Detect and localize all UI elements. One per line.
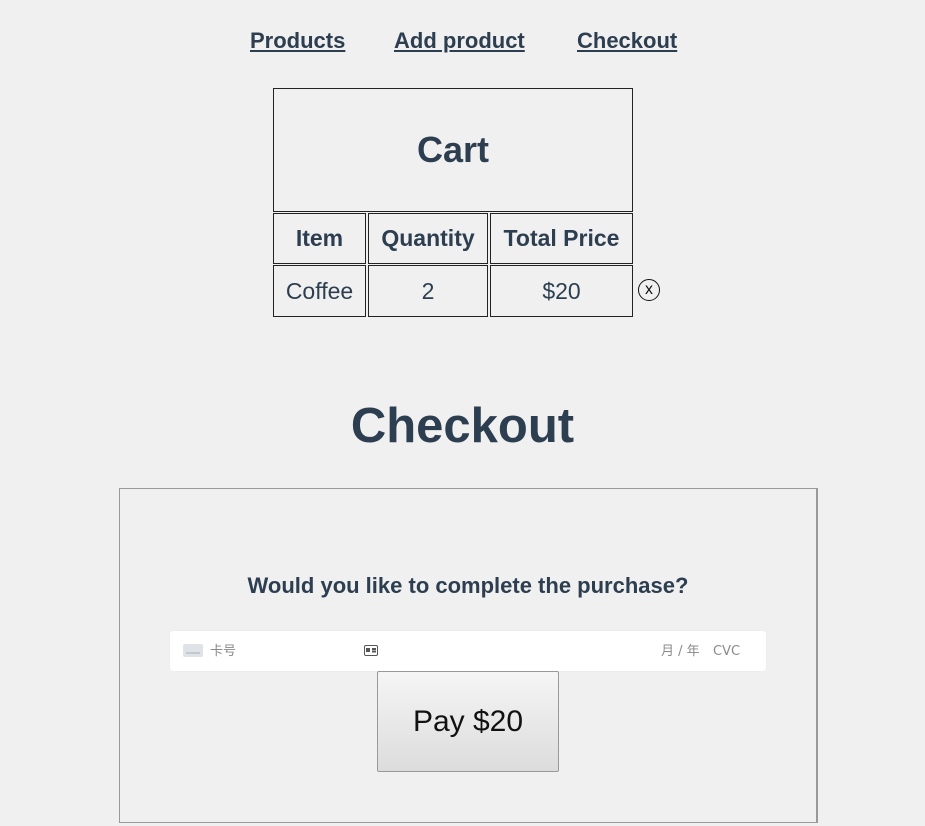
- column-header-total-price: Total Price: [490, 213, 633, 264]
- purchase-question: Would you like to complete the purchase?: [247, 573, 689, 598]
- top-nav: Products Add product Checkout: [0, 28, 925, 58]
- nav-link-checkout[interactable]: Checkout: [577, 28, 677, 54]
- credit-card-icon: [183, 644, 203, 657]
- card-expiry-input[interactable]: [661, 631, 709, 671]
- pay-button[interactable]: Pay $20: [377, 671, 559, 772]
- column-header-item: Item: [273, 213, 366, 264]
- cart-title: Cart: [416, 129, 490, 170]
- cart-item-name: Coffee: [273, 265, 366, 317]
- column-header-quantity: Quantity: [368, 213, 488, 264]
- card-number-input[interactable]: [210, 631, 350, 671]
- remove-item-button[interactable]: x: [638, 279, 660, 301]
- nav-link-add-product[interactable]: Add product: [394, 28, 525, 54]
- cart-item-quantity: 2: [368, 265, 488, 317]
- card-cvc-input[interactable]: [713, 631, 758, 671]
- card-autofill-icon[interactable]: [364, 645, 378, 656]
- card-element[interactable]: [170, 631, 766, 671]
- checkout-panel: Would you like to complete the purchase?…: [119, 488, 818, 823]
- checkout-title: Checkout: [350, 399, 575, 453]
- cart-item-total: $20: [490, 265, 633, 317]
- cart-header: Cart: [273, 88, 633, 212]
- nav-link-products[interactable]: Products: [250, 28, 345, 54]
